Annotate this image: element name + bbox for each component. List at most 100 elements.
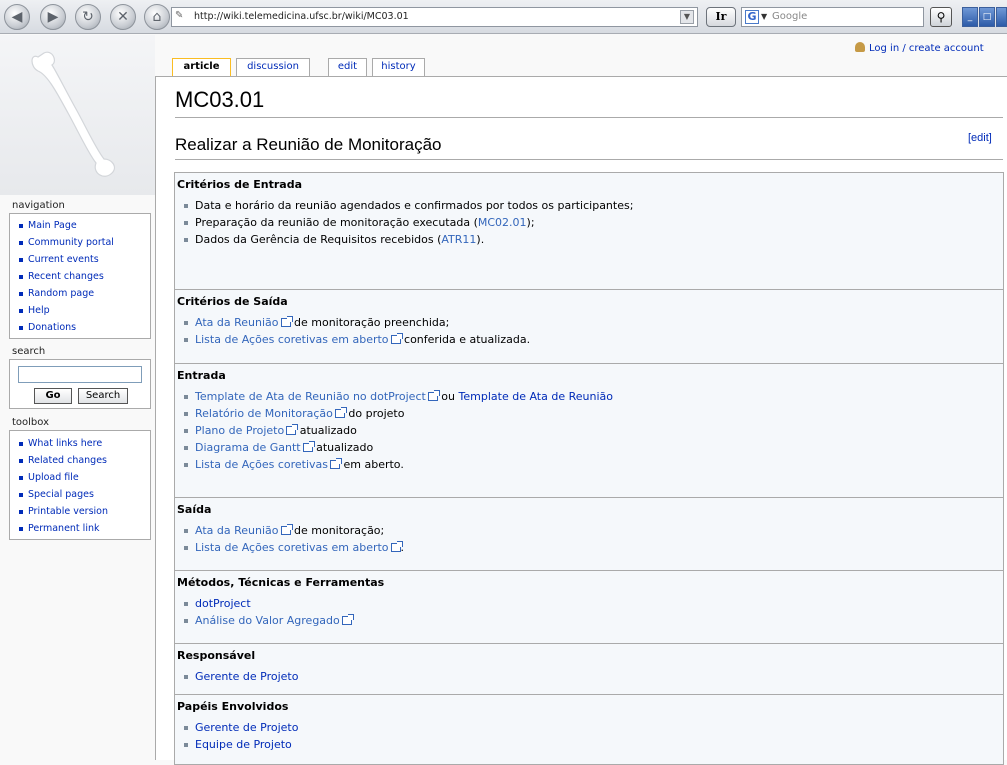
section-input: Entrada Template de Ata de Reunião no do… bbox=[175, 363, 1003, 497]
stop-icon[interactable]: ✕ bbox=[110, 4, 136, 30]
browser-toolbar: ◀ ▶ ↻ ✕ ⌂ http://wiki.telemedicina.ufsc.… bbox=[0, 0, 1007, 34]
external-link-icon bbox=[334, 407, 347, 418]
link-equipe-projeto[interactable]: Equipe de Projeto bbox=[195, 738, 292, 751]
sidebar-item-current-events[interactable]: Current events bbox=[18, 251, 150, 268]
search-box[interactable]: G ▼ Google bbox=[741, 7, 924, 27]
search-title: search bbox=[12, 346, 46, 357]
list-item: Ata da Reunião de monitoração preenchida… bbox=[183, 314, 1003, 331]
list-item: Template de Ata de Reunião no dotProject… bbox=[183, 388, 1003, 405]
list-item: Gerente de Projeto bbox=[183, 668, 1003, 685]
section-heading: Responsável bbox=[177, 649, 256, 662]
list-item: Análise do Valor Agregado bbox=[183, 612, 1003, 629]
back-icon[interactable]: ◀ bbox=[4, 4, 30, 30]
maximize-icon[interactable]: □ bbox=[979, 7, 995, 27]
sidebar-item-upload-file[interactable]: Upload file bbox=[18, 469, 150, 486]
sidebar-item-recent-changes[interactable]: Recent changes bbox=[18, 268, 150, 285]
search-portlet: Go Search bbox=[9, 359, 151, 409]
sidebar-item-donations[interactable]: Donations bbox=[18, 319, 150, 336]
sidebar-item-random-page[interactable]: Random page bbox=[18, 285, 150, 302]
section-heading: Entrada bbox=[177, 369, 226, 382]
sidebar-item-help[interactable]: Help bbox=[18, 302, 150, 319]
search-placeholder: Google bbox=[772, 11, 808, 22]
login-label[interactable]: Log in / create account bbox=[869, 43, 984, 54]
list-item: Dados da Gerência de Requisitos recebido… bbox=[183, 231, 1003, 248]
link-diagrama-gantt[interactable]: Diagrama de Gantt bbox=[195, 441, 301, 454]
link-plano-projeto[interactable]: Plano de Projeto bbox=[195, 424, 284, 437]
list-item: Ata da Reunião de monitoração; bbox=[183, 522, 1003, 539]
external-link-icon bbox=[280, 316, 293, 327]
link-gerente-projeto[interactable]: Gerente de Projeto bbox=[195, 670, 298, 683]
section-edit-link[interactable]: [edit] bbox=[968, 132, 992, 144]
section-heading: Métodos, Técnicas e Ferramentas bbox=[177, 576, 385, 589]
sidebar-item-printable-version[interactable]: Printable version bbox=[18, 503, 150, 520]
navigation-title: navigation bbox=[12, 200, 65, 211]
external-link-icon bbox=[427, 390, 440, 401]
list-item: Lista de Ações coretivas em aberto. bbox=[183, 456, 1003, 473]
url-dropdown-icon[interactable]: ▼ bbox=[680, 10, 694, 24]
tab-discussion[interactable]: discussion bbox=[236, 58, 310, 76]
toolbox-portlet: What links here Related changes Upload f… bbox=[9, 430, 151, 540]
sidebar-item-special-pages[interactable]: Special pages bbox=[18, 486, 150, 503]
process-table: Critérios de Entrada Data e horário da r… bbox=[174, 172, 1004, 765]
external-link-icon bbox=[302, 441, 315, 452]
section-heading: Critérios de Entrada bbox=[177, 178, 303, 191]
tab-article[interactable]: article bbox=[172, 58, 231, 77]
chevron-down-icon[interactable]: ▼ bbox=[761, 12, 767, 21]
section-roles: Papéis Envolvidos Gerente de Projeto Equ… bbox=[175, 694, 1003, 764]
section-exit-criteria: Critérios de Saída Ata da Reunião de mon… bbox=[175, 289, 1003, 363]
tab-edit[interactable]: edit bbox=[328, 58, 367, 76]
reload-icon[interactable]: ↻ bbox=[75, 4, 101, 30]
link-lista-acoes[interactable]: Lista de Ações coretivas em aberto bbox=[195, 541, 389, 554]
title-divider bbox=[175, 117, 1003, 118]
link-lista-acoes[interactable]: Lista de Ações coretivas bbox=[195, 458, 328, 471]
section-output: Saída Ata da Reunião de monitoração; Lis… bbox=[175, 497, 1003, 570]
login-link[interactable]: Log in / create account bbox=[855, 42, 984, 54]
tab-history[interactable]: history bbox=[372, 58, 425, 76]
link-relatorio-monitoracao[interactable]: Relatório de Monitoração bbox=[195, 407, 333, 420]
go-button[interactable]: Ir bbox=[706, 7, 736, 27]
section-responsible: Responsável Gerente de Projeto bbox=[175, 643, 1003, 694]
link-dotproject[interactable]: dotProject bbox=[195, 597, 251, 610]
search-button[interactable]: Search bbox=[78, 388, 128, 404]
external-link-icon bbox=[280, 524, 293, 535]
list-item: Lista de Ações coretivas em aberto. bbox=[183, 539, 1003, 556]
link-ata-reuniao[interactable]: Ata da Reunião bbox=[195, 316, 279, 329]
section-heading: Saída bbox=[177, 503, 212, 516]
link-ata-reuniao[interactable]: Ata da Reunião bbox=[195, 524, 279, 537]
link-mc02-01[interactable]: MC02.01 bbox=[478, 216, 527, 229]
sidebar-item-related-changes[interactable]: Related changes bbox=[18, 452, 150, 469]
external-link-icon bbox=[341, 614, 354, 625]
toolbox-title: toolbox bbox=[12, 417, 50, 428]
sidebar-item-community-portal[interactable]: Community portal bbox=[18, 234, 150, 251]
link-template-dotproject[interactable]: Template de Ata de Reunião no dotProject bbox=[195, 390, 426, 403]
list-item: Preparação da reunião de monitoração exe… bbox=[183, 214, 1003, 231]
sidebar-search-input[interactable] bbox=[18, 366, 142, 383]
link-template-ata[interactable]: Template de Ata de Reunião bbox=[459, 390, 613, 403]
close-icon[interactable] bbox=[996, 7, 1007, 27]
section-methods: Métodos, Técnicas e Ferramentas dotProje… bbox=[175, 570, 1003, 643]
section-divider bbox=[175, 159, 1003, 160]
minimize-icon[interactable]: _ bbox=[962, 7, 978, 27]
section-heading: Realizar a Reunião de Monitoração bbox=[175, 135, 442, 154]
sidebar-item-what-links-here[interactable]: What links here bbox=[18, 435, 150, 452]
sidebar-item-permanent-link[interactable]: Permanent link bbox=[18, 520, 150, 537]
link-atr11[interactable]: ATR11 bbox=[441, 233, 476, 246]
page-title: MC03.01 bbox=[175, 87, 265, 112]
forward-icon[interactable]: ▶ bbox=[40, 4, 66, 30]
search-icon[interactable]: ⚲ bbox=[930, 7, 952, 27]
go-button[interactable]: Go bbox=[34, 388, 72, 404]
list-item: Gerente de Projeto bbox=[183, 719, 1003, 736]
site-logo[interactable] bbox=[0, 35, 155, 195]
google-icon[interactable]: G bbox=[745, 10, 759, 24]
external-link-icon bbox=[330, 458, 342, 469]
list-item: Plano de Projeto atualizado bbox=[183, 422, 1003, 439]
sidebar-item-main-page[interactable]: Main Page bbox=[18, 217, 150, 234]
link-gerente-projeto[interactable]: Gerente de Projeto bbox=[195, 721, 298, 734]
external-link-icon bbox=[286, 424, 299, 435]
list-item: Data e horário da reunião agendados e co… bbox=[183, 197, 1003, 214]
url-input[interactable]: http://wiki.telemedicina.ufsc.br/wiki/MC… bbox=[171, 7, 698, 27]
home-icon[interactable]: ⌂ bbox=[144, 4, 170, 30]
user-icon bbox=[855, 42, 865, 52]
link-lista-acoes[interactable]: Lista de Ações coretivas em aberto bbox=[195, 333, 389, 346]
link-analise-valor[interactable]: Análise do Valor Agregado bbox=[195, 614, 340, 627]
